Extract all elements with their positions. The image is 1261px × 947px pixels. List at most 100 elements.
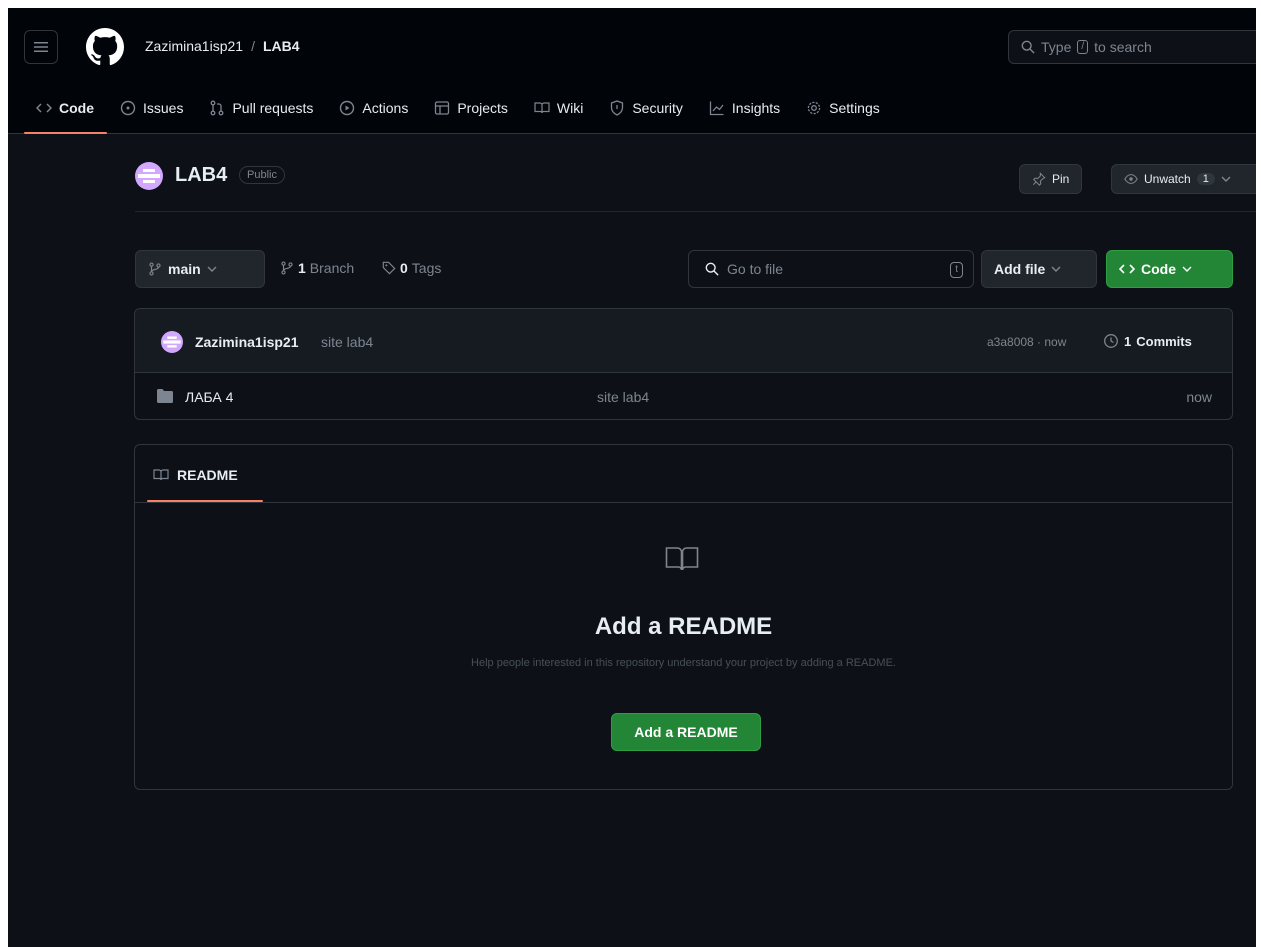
browser-window: Zazimina1isp21 / LAB4 Type / to search C… — [8, 8, 1256, 947]
visibility-badge: Public — [239, 166, 285, 184]
add-readme-button[interactable]: Add a README — [611, 713, 761, 751]
branch-select-button[interactable]: main — [135, 250, 265, 288]
book-icon — [665, 547, 699, 571]
commits-count: 1 — [1124, 333, 1132, 349]
github-logo-icon[interactable] — [86, 28, 124, 66]
file-name-link[interactable]: ЛАБА 4 — [185, 389, 233, 405]
branch-icon — [149, 262, 161, 276]
commit-author-avatar[interactable] — [161, 331, 183, 353]
tab-label: Settings — [829, 100, 880, 116]
eye-icon — [1124, 174, 1138, 184]
tag-count-label: Tags — [411, 260, 442, 276]
tab-label: Issues — [143, 100, 184, 116]
latest-commit-row: Zazimina1isp21 site lab4 a3a8008 · now 1… — [135, 309, 1232, 373]
pull-request-icon — [211, 100, 224, 116]
branch-count: 1 — [298, 260, 306, 276]
hamburger-menu-button[interactable] — [24, 30, 58, 64]
pin-label: Pin — [1052, 172, 1070, 186]
search-icon — [1021, 40, 1035, 54]
readme-tab[interactable]: README — [153, 467, 238, 483]
unwatch-label: Unwatch — [1144, 172, 1191, 186]
book-icon — [534, 102, 550, 114]
branches-link[interactable]: 1 Branch — [280, 260, 354, 276]
chevron-down-icon — [1182, 266, 1192, 272]
commits-history-link[interactable]: 1 Commits — [1103, 333, 1192, 349]
readme-empty-description: Help people interested in this repositor… — [471, 657, 896, 669]
readme-tab-label: README — [177, 467, 238, 483]
tab-issues[interactable]: Issues — [107, 90, 196, 126]
tab-label: Code — [59, 100, 94, 116]
commit-hash-link[interactable]: a3a8008 · now — [987, 335, 1066, 349]
repo-title-bar: LAB4 Public Pin Unwatch 1 — [135, 158, 1256, 212]
breadcrumb-repo-link[interactable]: LAB4 — [263, 38, 300, 54]
tag-icon — [382, 261, 396, 275]
tab-projects[interactable]: Projects — [421, 90, 521, 126]
add-file-label: Add file — [994, 261, 1046, 277]
tab-label: Wiki — [556, 100, 584, 116]
readme-panel: README Add a README Help people interest… — [134, 444, 1233, 790]
tab-pull-requests[interactable]: Pull requests — [196, 90, 326, 126]
tab-label: Pull requests — [232, 100, 314, 116]
tag-count: 0 — [400, 260, 408, 276]
file-row[interactable]: ЛАБА 4 site lab4 now — [135, 373, 1232, 419]
breadcrumb: Zazimina1isp21 / LAB4 — [145, 38, 300, 54]
tab-actions[interactable]: Actions — [326, 90, 421, 126]
global-header: Zazimina1isp21 / LAB4 Type / to search C… — [8, 8, 1256, 134]
chevron-down-icon — [1051, 266, 1061, 272]
readme-empty-title: Add a README — [594, 613, 773, 640]
commits-label: Commits — [1136, 333, 1192, 349]
search-placeholder-post: to search — [1094, 39, 1152, 55]
tab-settings[interactable]: Settings — [793, 90, 893, 126]
pin-icon — [1032, 172, 1046, 186]
active-tab-underline — [24, 132, 107, 134]
graph-icon — [709, 101, 724, 116]
branch-name: main — [168, 261, 201, 277]
tab-label: Projects — [457, 100, 508, 116]
unwatch-button[interactable]: Unwatch 1 — [1111, 164, 1256, 194]
repo-owner-avatar[interactable] — [135, 162, 163, 190]
watch-count-badge: 1 — [1196, 173, 1215, 185]
commit-message-link[interactable]: site lab4 — [321, 334, 373, 350]
chevron-down-icon — [1221, 176, 1231, 182]
breadcrumb-owner-link[interactable]: Zazimina1isp21 — [145, 38, 243, 54]
repo-name-heading[interactable]: LAB4 — [175, 164, 227, 187]
repo-nav-tabs: Code Issues Pull requests Actions Projec… — [24, 90, 893, 134]
search-shortcut-key: / — [1077, 40, 1089, 54]
code-dropdown-button[interactable]: Code — [1106, 250, 1233, 288]
global-search-input[interactable]: Type / to search — [1008, 30, 1256, 64]
search-icon — [705, 262, 719, 276]
readme-divider — [135, 502, 1232, 503]
tab-label: Insights — [731, 100, 781, 116]
issue-icon — [120, 100, 136, 116]
chevron-down-icon — [207, 266, 217, 272]
code-icon — [1119, 264, 1135, 274]
breadcrumb-separator: / — [251, 38, 255, 54]
go-to-file-input[interactable]: Go to file t — [688, 250, 974, 288]
history-icon — [1104, 334, 1118, 348]
tab-label: Security — [632, 100, 683, 116]
tab-insights[interactable]: Insights — [696, 90, 793, 126]
book-icon — [153, 469, 169, 481]
play-icon — [340, 100, 355, 116]
file-commit-date: now — [1186, 389, 1212, 405]
search-placeholder-pre: Type — [1041, 39, 1072, 55]
go-to-file-shortcut: t — [950, 262, 963, 278]
tab-code[interactable]: Code — [24, 90, 107, 134]
hamburger-icon — [34, 42, 48, 52]
tags-link[interactable]: 0 Tags — [382, 260, 441, 276]
code-icon — [36, 103, 52, 113]
commit-author-link[interactable]: Zazimina1isp21 — [195, 334, 299, 350]
go-to-file-placeholder: Go to file — [727, 261, 784, 277]
pin-button[interactable]: Pin — [1019, 164, 1083, 194]
tab-security[interactable]: Security — [596, 90, 696, 126]
folder-icon — [157, 389, 173, 403]
branch-icon — [281, 261, 293, 275]
gear-icon — [807, 101, 821, 115]
branch-count-label: Branch — [309, 260, 355, 276]
file-table: Zazimina1isp21 site lab4 a3a8008 · now 1… — [134, 308, 1233, 420]
add-file-button[interactable]: Add file — [981, 250, 1097, 288]
tab-wiki[interactable]: Wiki — [521, 90, 596, 126]
code-button-label: Code — [1141, 261, 1176, 277]
file-commit-message[interactable]: site lab4 — [597, 389, 649, 405]
table-icon — [435, 101, 450, 115]
